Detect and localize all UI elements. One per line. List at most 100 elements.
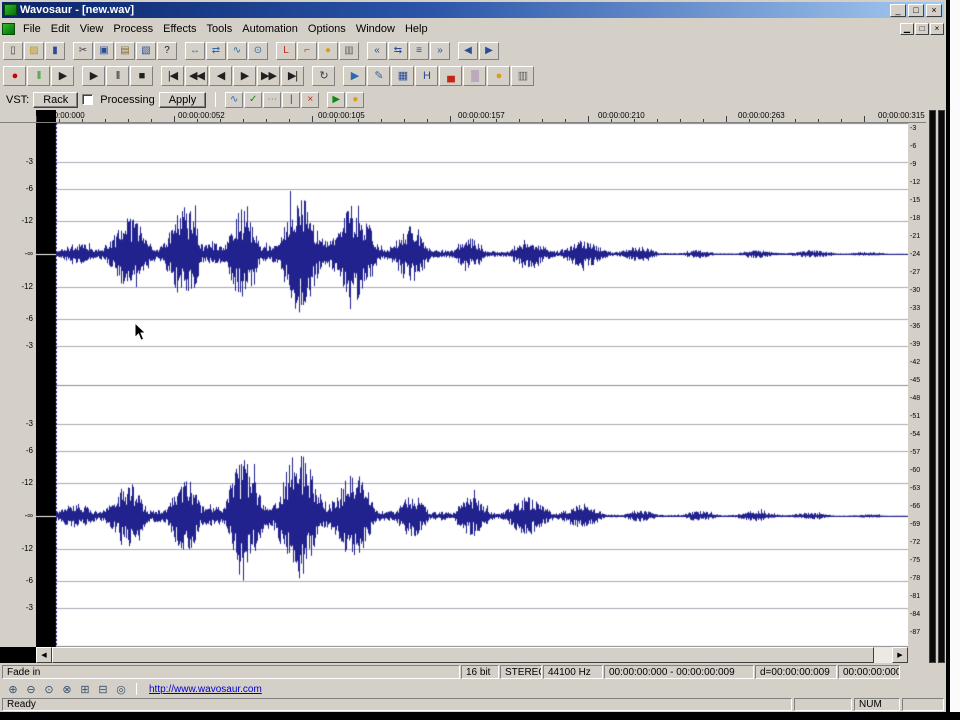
zoom-in-button[interactable]: ⊕ (4, 682, 22, 696)
waveform-display[interactable] (36, 123, 908, 647)
marker-lock-button[interactable]: ● (318, 41, 338, 60)
draw-tool-button[interactable]: ✎ (367, 65, 390, 86)
envelope-clear-icon: × (307, 94, 314, 105)
mouse-cursor (134, 322, 147, 341)
save-file-button[interactable]: ▮ (45, 41, 65, 60)
loop-start-button[interactable]: L (276, 41, 296, 60)
paste-selection-button[interactable]: ⊙ (248, 41, 268, 60)
close-button[interactable]: × (926, 3, 942, 17)
menu-item-tools[interactable]: Tools (202, 21, 238, 37)
zoom-all-button[interactable]: ⊗ (58, 682, 76, 696)
marker-split-button[interactable]: ≡ (409, 41, 429, 60)
channel-red-button[interactable]: ▄ (439, 65, 462, 86)
db-label: -3 (25, 341, 33, 350)
lock-button[interactable]: ● (487, 65, 510, 86)
zoom-100-button[interactable]: ◎ (112, 682, 130, 696)
pause-button[interactable]: ‖ (106, 65, 129, 86)
db-label: -12 (21, 282, 33, 291)
loop-playback-button[interactable]: ↻ (312, 65, 335, 86)
selection-zoom-button[interactable]: ↔ (185, 41, 205, 60)
delete-marker-button[interactable]: ▥ (339, 41, 359, 60)
mdi-close-button[interactable]: × (930, 22, 944, 35)
stop-button[interactable]: ■ (130, 65, 153, 86)
step-back-button[interactable]: ◀ (209, 65, 232, 86)
envelope-dashed-icon: ⋯ (267, 94, 278, 105)
insert-silence-button[interactable]: ⇄ (206, 41, 226, 60)
marker-h-button[interactable]: H (415, 65, 438, 86)
envelope-bar-button[interactable]: | (282, 91, 301, 108)
menu-item-automation[interactable]: Automation (237, 21, 303, 37)
paste-special-button[interactable]: ▧ (136, 41, 156, 60)
mdi-restore-button[interactable]: □ (915, 22, 929, 35)
apply-button[interactable]: Apply (158, 91, 207, 108)
envelope-validate-button[interactable]: ✓ (244, 91, 263, 108)
menu-item-options[interactable]: Options (303, 21, 351, 37)
ruler-tick (565, 119, 566, 122)
horizontal-scrollbar[interactable]: ◀ ▶ (36, 647, 908, 663)
menu-item-effects[interactable]: Effects (158, 21, 201, 37)
menu-item-edit[interactable]: Edit (46, 21, 75, 37)
step-forward-button[interactable]: ▶ (233, 65, 256, 86)
new-file-icon: ▯ (10, 45, 16, 56)
paste-button[interactable]: ▤ (115, 41, 135, 60)
loop-end-button[interactable]: ⌐ (297, 41, 317, 60)
vst-lock-button[interactable]: ● (346, 91, 365, 108)
new-file-button[interactable]: ▯ (3, 41, 23, 60)
record-button[interactable]: ● (3, 65, 26, 86)
nudge-right-button[interactable]: ▶ (479, 41, 499, 60)
ruler-label: 00:00:00:000 (38, 111, 85, 120)
menu-item-process[interactable]: Process (108, 21, 158, 37)
toolbar-group: L ⌐ ● ▥ (276, 41, 359, 60)
scrollbar-thumb[interactable] (52, 647, 874, 663)
envelope-dashed-button[interactable]: ⋯ (263, 91, 282, 108)
menu-item-window[interactable]: Window (351, 21, 400, 37)
marker-pairs-button[interactable]: ⇆ (388, 41, 408, 60)
pause-record-button[interactable]: ‖ (27, 65, 50, 86)
menu-item-view[interactable]: View (75, 21, 109, 37)
menu-bar: File Edit View Process Effects Tools Automatio… (2, 20, 944, 37)
channel-mix-button[interactable]: ▒ (463, 65, 486, 86)
fast-forward-button[interactable]: ▶▶ (257, 65, 280, 86)
mdi-minimize-button[interactable]: ▁ (900, 22, 914, 35)
vst-play-button[interactable]: ▶ (327, 91, 346, 108)
wavosaur-link[interactable]: http://www.wavosaur.com (149, 684, 262, 695)
zoom-out-button[interactable]: ⊖ (22, 682, 40, 696)
cut-button[interactable]: ✂ (73, 41, 93, 60)
time-ruler[interactable]: 00:00:00:000 00:00:00:052 00:00:00:105 00:0… (0, 110, 926, 123)
scrollbar-corner (0, 647, 36, 663)
maximize-button[interactable]: □ (908, 3, 924, 17)
trash-button[interactable]: ▥ (511, 65, 534, 86)
copy-selection-button[interactable]: ∿ (227, 41, 247, 60)
menu-item-file[interactable]: File (18, 21, 46, 37)
rewind-button[interactable]: ◀◀ (185, 65, 208, 86)
scroll-right-button[interactable]: ▶ (892, 647, 908, 663)
play-step-button[interactable]: ▶ (51, 65, 74, 86)
scroll-left-button[interactable]: ◀ (36, 647, 52, 663)
goto-start-button[interactable]: |◀ (161, 65, 184, 86)
play-button[interactable]: ▶ (82, 65, 105, 86)
nudge-left-button[interactable]: ◀ (458, 41, 478, 60)
envelope-validate-icon: ✓ (249, 94, 258, 105)
spectrum-view-button[interactable]: ▦ (391, 65, 414, 86)
zoom-vertical-in-button[interactable]: ⊞ (76, 682, 94, 696)
marker-next-button[interactable]: » (430, 41, 450, 60)
envelope-clear-button[interactable]: × (301, 91, 320, 108)
envelope-draw-button[interactable]: ∿ (225, 91, 244, 108)
sample-rate: 44100 Hz (543, 665, 603, 679)
marker-prev-button[interactable]: « (367, 41, 387, 60)
zoom-vertical-out-button[interactable]: ⊟ (94, 682, 112, 696)
toolbar-main: ▯ ▨ ▮ ✂ ▣ ▤ ▧? ↔ ⇄ ∿ ⊙ L ⌐ ● ▥ «⇆ ≡» ◀ ▶ (0, 39, 507, 62)
help-button[interactable]: ? (157, 41, 177, 60)
goto-end-button[interactable]: ▶| (281, 65, 304, 86)
selection-duration-text: d=00:00:00:009 (760, 666, 830, 678)
open-file-button[interactable]: ▨ (24, 41, 44, 60)
zoom-selection-button[interactable]: ⊙ (40, 682, 58, 696)
minimize-button[interactable]: _ (890, 3, 906, 17)
menu-item-help[interactable]: Help (400, 21, 433, 37)
vst-label: VST: (6, 93, 30, 106)
copy-button[interactable]: ▣ (94, 41, 114, 60)
db-scale-right-label: -3 (910, 125, 917, 132)
processing-checkbox[interactable] (82, 94, 94, 105)
rack-button[interactable]: Rack (33, 91, 79, 108)
play-selection-button[interactable]: ▶ (343, 65, 366, 86)
